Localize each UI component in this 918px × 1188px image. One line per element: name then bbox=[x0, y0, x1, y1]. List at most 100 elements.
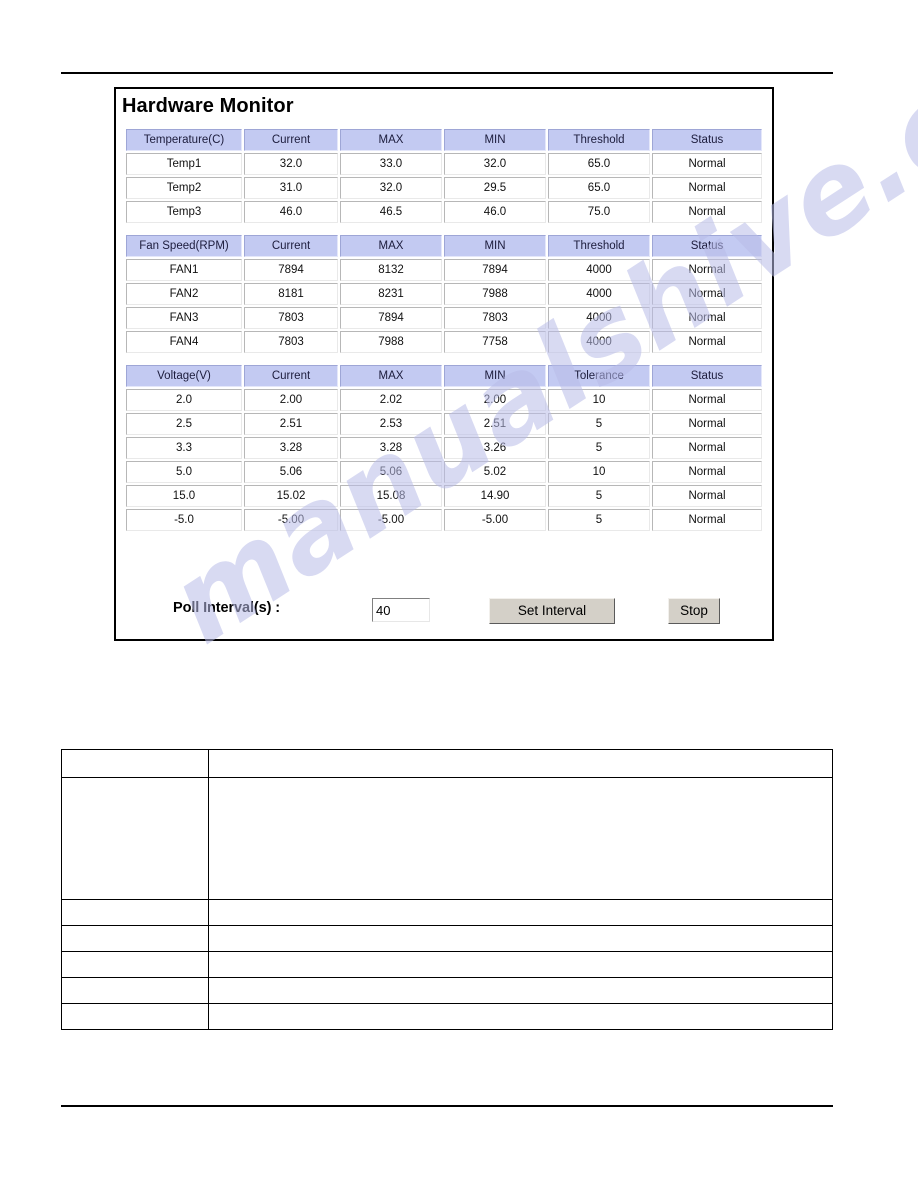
cell-threshold: 4000 bbox=[548, 331, 650, 353]
table-row: 2.5 2.51 2.53 2.51 5 Normal bbox=[126, 413, 762, 435]
col-header-temperature: Temperature(C) bbox=[126, 129, 242, 151]
spec-value-cell bbox=[208, 1003, 833, 1030]
cell-fan-name: FAN3 bbox=[126, 307, 242, 329]
table-header-row: Voltage(V) Current MAX MIN Tolerance Sta… bbox=[126, 365, 762, 387]
cell-tolerance: 5 bbox=[548, 413, 650, 435]
cell-max: 7894 bbox=[340, 307, 442, 329]
col-header-voltage: Voltage(V) bbox=[126, 365, 242, 387]
table-row bbox=[61, 749, 833, 778]
cell-current: 7894 bbox=[244, 259, 338, 281]
cell-min: 14.90 bbox=[444, 485, 546, 507]
col-header-tolerance: Tolerance bbox=[548, 365, 650, 387]
cell-sensor-name: Temp3 bbox=[126, 201, 242, 223]
hardware-monitor-screenshot: Hardware Monitor Temperature(C) Current … bbox=[114, 87, 774, 641]
status-badge: Normal bbox=[652, 177, 762, 199]
cell-min: 46.0 bbox=[444, 201, 546, 223]
cell-max: -5.00 bbox=[340, 509, 442, 531]
cell-max: 5.06 bbox=[340, 461, 442, 483]
cell-threshold: 4000 bbox=[548, 307, 650, 329]
cell-tolerance: 5 bbox=[548, 509, 650, 531]
poll-controls: Poll Interval(s) : Set Interval Stop bbox=[116, 587, 772, 635]
table-row bbox=[61, 1003, 833, 1030]
cell-max: 2.53 bbox=[340, 413, 442, 435]
cell-threshold: 75.0 bbox=[548, 201, 650, 223]
table-row: 2.0 2.00 2.02 2.00 10 Normal bbox=[126, 389, 762, 411]
status-badge: Normal bbox=[652, 485, 762, 507]
cell-fan-name: FAN2 bbox=[126, 283, 242, 305]
cell-min: 7894 bbox=[444, 259, 546, 281]
col-header-max: MAX bbox=[340, 365, 442, 387]
fan-speed-table: Fan Speed(RPM) Current MAX MIN Threshold… bbox=[124, 233, 764, 355]
specification-table bbox=[61, 749, 833, 1030]
table-row bbox=[61, 951, 833, 978]
spec-label-cell bbox=[61, 899, 209, 926]
cell-rail-name: 15.0 bbox=[126, 485, 242, 507]
cell-tolerance: 10 bbox=[548, 389, 650, 411]
cell-max: 46.5 bbox=[340, 201, 442, 223]
poll-interval-input[interactable] bbox=[372, 598, 430, 622]
status-badge: Normal bbox=[652, 331, 762, 353]
status-badge: Normal bbox=[652, 389, 762, 411]
cell-rail-name: 2.0 bbox=[126, 389, 242, 411]
table-row: Temp1 32.0 33.0 32.0 65.0 Normal bbox=[126, 153, 762, 175]
cell-rail-name: 2.5 bbox=[126, 413, 242, 435]
col-header-min: MIN bbox=[444, 235, 546, 257]
cell-rail-name: 3.3 bbox=[126, 437, 242, 459]
spec-value-cell bbox=[208, 899, 833, 926]
status-badge: Normal bbox=[652, 461, 762, 483]
cell-current: 31.0 bbox=[244, 177, 338, 199]
status-badge: Normal bbox=[652, 283, 762, 305]
cell-max: 7988 bbox=[340, 331, 442, 353]
cell-current: 32.0 bbox=[244, 153, 338, 175]
cell-min: 2.51 bbox=[444, 413, 546, 435]
cell-max: 8231 bbox=[340, 283, 442, 305]
cell-max: 8132 bbox=[340, 259, 442, 281]
col-header-current: Current bbox=[244, 365, 338, 387]
table-row: Temp3 46.0 46.5 46.0 75.0 Normal bbox=[126, 201, 762, 223]
voltage-table: Voltage(V) Current MAX MIN Tolerance Sta… bbox=[124, 363, 764, 533]
status-badge: Normal bbox=[652, 201, 762, 223]
cell-threshold: 4000 bbox=[548, 259, 650, 281]
cell-max: 2.02 bbox=[340, 389, 442, 411]
col-header-min: MIN bbox=[444, 365, 546, 387]
spec-value-cell bbox=[208, 749, 833, 778]
cell-current: 8181 bbox=[244, 283, 338, 305]
stop-button[interactable]: Stop bbox=[668, 598, 720, 624]
table-row bbox=[61, 777, 833, 900]
spec-label-cell bbox=[61, 977, 209, 1004]
col-header-max: MAX bbox=[340, 235, 442, 257]
col-header-fan-speed: Fan Speed(RPM) bbox=[126, 235, 242, 257]
spec-label-cell bbox=[61, 925, 209, 952]
col-header-threshold: Threshold bbox=[548, 129, 650, 151]
table-row bbox=[61, 977, 833, 1004]
page-title: Hardware Monitor bbox=[122, 95, 294, 117]
cell-min: 7803 bbox=[444, 307, 546, 329]
cell-current: 3.28 bbox=[244, 437, 338, 459]
col-header-status: Status bbox=[652, 235, 762, 257]
cell-current: 5.06 bbox=[244, 461, 338, 483]
status-badge: Normal bbox=[652, 509, 762, 531]
table-row bbox=[61, 925, 833, 952]
top-page-rule bbox=[61, 72, 833, 74]
table-header-row: Temperature(C) Current MAX MIN Threshold… bbox=[126, 129, 762, 151]
table-row: FAN4 7803 7988 7758 4000 Normal bbox=[126, 331, 762, 353]
poll-interval-label: Poll Interval(s) : bbox=[173, 600, 280, 616]
cell-current: 46.0 bbox=[244, 201, 338, 223]
cell-max: 15.08 bbox=[340, 485, 442, 507]
spec-label-cell bbox=[61, 1003, 209, 1030]
cell-min: 3.26 bbox=[444, 437, 546, 459]
col-header-current: Current bbox=[244, 235, 338, 257]
col-header-threshold: Threshold bbox=[548, 235, 650, 257]
spec-label-cell bbox=[61, 777, 209, 900]
table-row: 15.0 15.02 15.08 14.90 5 Normal bbox=[126, 485, 762, 507]
cell-current: 2.00 bbox=[244, 389, 338, 411]
cell-min: 2.00 bbox=[444, 389, 546, 411]
col-header-max: MAX bbox=[340, 129, 442, 151]
bottom-page-rule bbox=[61, 1105, 833, 1107]
table-row: -5.0 -5.00 -5.00 -5.00 5 Normal bbox=[126, 509, 762, 531]
set-interval-button[interactable]: Set Interval bbox=[489, 598, 615, 624]
cell-current: 2.51 bbox=[244, 413, 338, 435]
status-badge: Normal bbox=[652, 153, 762, 175]
table-row: FAN1 7894 8132 7894 4000 Normal bbox=[126, 259, 762, 281]
table-row: 5.0 5.06 5.06 5.02 10 Normal bbox=[126, 461, 762, 483]
